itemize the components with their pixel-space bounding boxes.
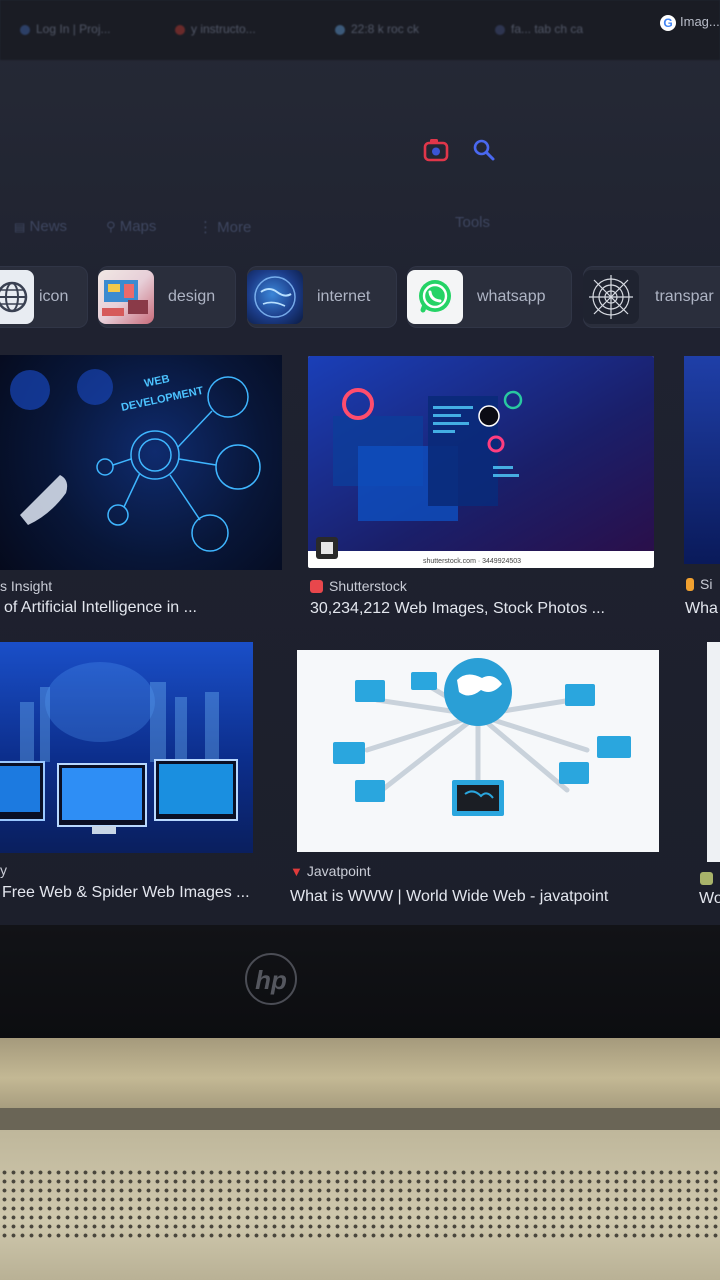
browser-tab[interactable]: 22:8 k roc ck: [335, 22, 419, 36]
result-image-caption: shutterstock.com · 3449924503: [423, 558, 521, 565]
result-source: y: [0, 862, 7, 878]
tab-favicon-icon: [20, 24, 30, 35]
related-search-chips: icon design internet whatsapp transpar: [0, 266, 720, 332]
chip-internet[interactable]: internet: [247, 266, 397, 328]
result-image-label: DEVELOPMENT: [120, 385, 205, 414]
site-icon: [700, 872, 713, 885]
tools-button[interactable]: Tools: [455, 214, 490, 231]
browser-tab-strip: Log In | Proj... y instructo... 22:8 k r…: [0, 0, 720, 60]
news-icon: ▤: [14, 220, 26, 234]
result-title[interactable]: of Artificial Intelligence in ...: [4, 599, 197, 617]
google-icon: G: [660, 14, 676, 31]
chip-design[interactable]: design: [98, 266, 236, 328]
result-source: [700, 870, 719, 886]
nav-item-more[interactable]: ⋮ More: [198, 218, 251, 236]
spider-web-thumb-icon: [583, 270, 639, 324]
result-source: s Insight: [0, 578, 53, 594]
browser-tab-active[interactable]: G Imag...: [660, 14, 720, 31]
chip-transparent[interactable]: transpar: [583, 266, 720, 328]
browser-tab[interactable]: y instructo...: [175, 22, 256, 36]
result-source: Si: [686, 576, 712, 592]
map-pin-icon: ⚲: [106, 219, 116, 234]
site-icon: [686, 578, 694, 591]
chip-whatsapp[interactable]: whatsapp: [407, 266, 572, 328]
result-thumbnail[interactable]: shutterstock.com · 3449924503: [308, 356, 654, 568]
result-source: Shutterstock: [310, 578, 407, 594]
result-source: ▼ Javatpoint: [290, 863, 371, 879]
nav-item-news[interactable]: ▤ News: [14, 218, 67, 235]
whatsapp-icon: [407, 270, 463, 324]
laptop-screen: Log In | Proj... y instructo... 22:8 k r…: [0, 0, 720, 925]
speaker-grille: [0, 1168, 720, 1240]
result-title[interactable]: Wha: [685, 600, 718, 618]
hp-logo: hp: [245, 953, 297, 1005]
design-thumb-icon: [98, 270, 154, 324]
tab-favicon-icon: [495, 24, 505, 35]
shutterstock-icon: [310, 580, 323, 593]
tab-favicon-icon: [335, 24, 345, 35]
more-dots-icon: ⋮: [198, 219, 213, 236]
result-thumbnail[interactable]: [0, 642, 253, 853]
result-title[interactable]: 30,234,212 Web Images, Stock Photos ...: [310, 600, 605, 618]
chip-icon[interactable]: icon: [0, 266, 88, 328]
result-title[interactable]: Free Web & Spider Web Images ...: [2, 884, 250, 902]
search-nav: ▤ News ⚲ Maps ⋮ More Tools: [0, 214, 720, 244]
result-thumbnail[interactable]: [707, 642, 720, 862]
result-thumbnail[interactable]: [684, 356, 720, 564]
result-title[interactable]: What is WWW | World Wide Web - javatpoin…: [290, 888, 608, 906]
search-icon[interactable]: [472, 138, 496, 162]
google-lens-icon[interactable]: [423, 138, 449, 162]
earth-thumb-icon: [247, 270, 303, 324]
browser-tab[interactable]: Log In | Proj...: [20, 22, 111, 36]
result-thumbnail[interactable]: [297, 650, 659, 852]
result-image-label: WEB: [143, 373, 171, 390]
tab-favicon-icon: [175, 24, 185, 35]
result-thumbnail[interactable]: WEB DEVELOPMENT: [0, 355, 282, 570]
javatpoint-icon: ▼: [290, 864, 303, 879]
result-title[interactable]: Wo: [699, 890, 720, 908]
laptop-bezel: [0, 925, 720, 1040]
globe-icon: [0, 270, 34, 324]
laptop-hinge-strip: [0, 1108, 720, 1132]
browser-tab[interactable]: fa... tab ch ca: [495, 22, 583, 36]
nav-item-maps[interactable]: ⚲ Maps: [106, 218, 156, 235]
